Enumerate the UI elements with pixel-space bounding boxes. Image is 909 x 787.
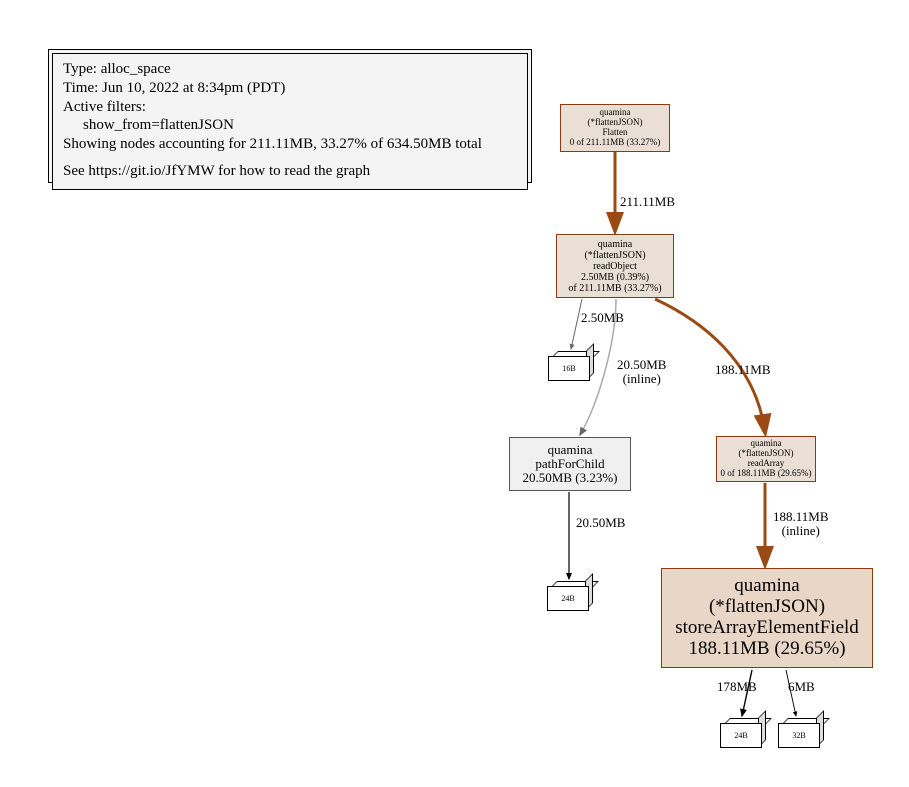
leaf-label: 24B bbox=[734, 731, 747, 740]
info-time: Time: Jun 10, 2022 at 8:34pm (PDT) bbox=[63, 79, 517, 98]
leaf-16b: 16B bbox=[548, 351, 588, 379]
leaf-24b-b: 24B bbox=[720, 718, 760, 746]
node-line: quamina bbox=[548, 443, 593, 457]
leaf-label: 32B bbox=[792, 731, 805, 740]
edge-label-line2: (inline) bbox=[782, 523, 820, 538]
edge-label-line1: 20.50MB bbox=[617, 357, 666, 372]
info-box-inner: Type: alloc_space Time: Jun 10, 2022 at … bbox=[52, 53, 528, 190]
node-line: 0 of 188.11MB (29.65%) bbox=[721, 469, 812, 479]
spacer bbox=[63, 154, 517, 162]
node-flatten: quamina (*flattenJSON) Flatten 0 of 211.… bbox=[560, 104, 670, 152]
info-showing: Showing nodes accounting for 211.11MB, 3… bbox=[63, 135, 517, 154]
leaf-32b: 32B bbox=[778, 718, 818, 746]
info-type: Type: alloc_space bbox=[63, 60, 517, 79]
node-line: 20.50MB (3.23%) bbox=[523, 471, 618, 485]
edge-label-readobject-16b: 2.50MB bbox=[581, 311, 624, 325]
edge-label-readobject-pathforchild: 20.50MB (inline) bbox=[617, 358, 666, 387]
node-line: 2.50MB (0.39%) bbox=[581, 272, 649, 283]
info-help: See https://git.io/JfYMW for how to read… bbox=[63, 162, 517, 181]
edge-label-pathforchild-24b: 20.50MB bbox=[576, 516, 625, 530]
edge-label-line2: (inline) bbox=[623, 371, 661, 386]
leaf-24b-a: 24B bbox=[547, 581, 587, 609]
node-line: readObject bbox=[593, 261, 637, 272]
node-line: storeArrayElementField bbox=[675, 618, 859, 639]
node-line: of 211.11MB (33.27%) bbox=[568, 283, 661, 294]
edge-label-readarray-store: 188.11MB (inline) bbox=[773, 510, 829, 539]
node-storearrayelementfield: quamina (*flattenJSON) storeArrayElement… bbox=[661, 568, 873, 668]
edge-label-store-32b: 6MB bbox=[788, 680, 815, 694]
node-line: (*flattenJSON) bbox=[709, 597, 825, 618]
info-box: Type: alloc_space Time: Jun 10, 2022 at … bbox=[48, 49, 532, 183]
leaf-label: 24B bbox=[561, 594, 574, 603]
edge-label-line1: 188.11MB bbox=[773, 509, 829, 524]
pprof-graph: Type: alloc_space Time: Jun 10, 2022 at … bbox=[0, 0, 909, 787]
node-pathforchild: quamina pathForChild 20.50MB (3.23%) bbox=[509, 437, 631, 491]
info-filters-header: Active filters: bbox=[63, 98, 517, 117]
edge-label-flatten-readobject: 211.11MB bbox=[620, 195, 675, 209]
node-line: quamina bbox=[734, 576, 799, 597]
node-line: 188.11MB (29.65%) bbox=[688, 639, 845, 660]
node-line: 0 of 211.11MB (33.27%) bbox=[570, 138, 661, 148]
edge-label-readobject-readarray: 188.11MB bbox=[715, 363, 771, 377]
leaf-label: 16B bbox=[562, 364, 575, 373]
node-readarray: quamina (*flattenJSON) readArray 0 of 18… bbox=[716, 436, 816, 482]
edge-label-store-24b: 178MB bbox=[717, 680, 757, 694]
node-line: quamina bbox=[598, 239, 632, 250]
node-line: pathForChild bbox=[535, 457, 604, 471]
node-readobject: quamina (*flattenJSON) readObject 2.50MB… bbox=[556, 234, 674, 298]
info-filter-1: show_from=flattenJSON bbox=[63, 116, 517, 135]
node-line: (*flattenJSON) bbox=[584, 250, 645, 261]
